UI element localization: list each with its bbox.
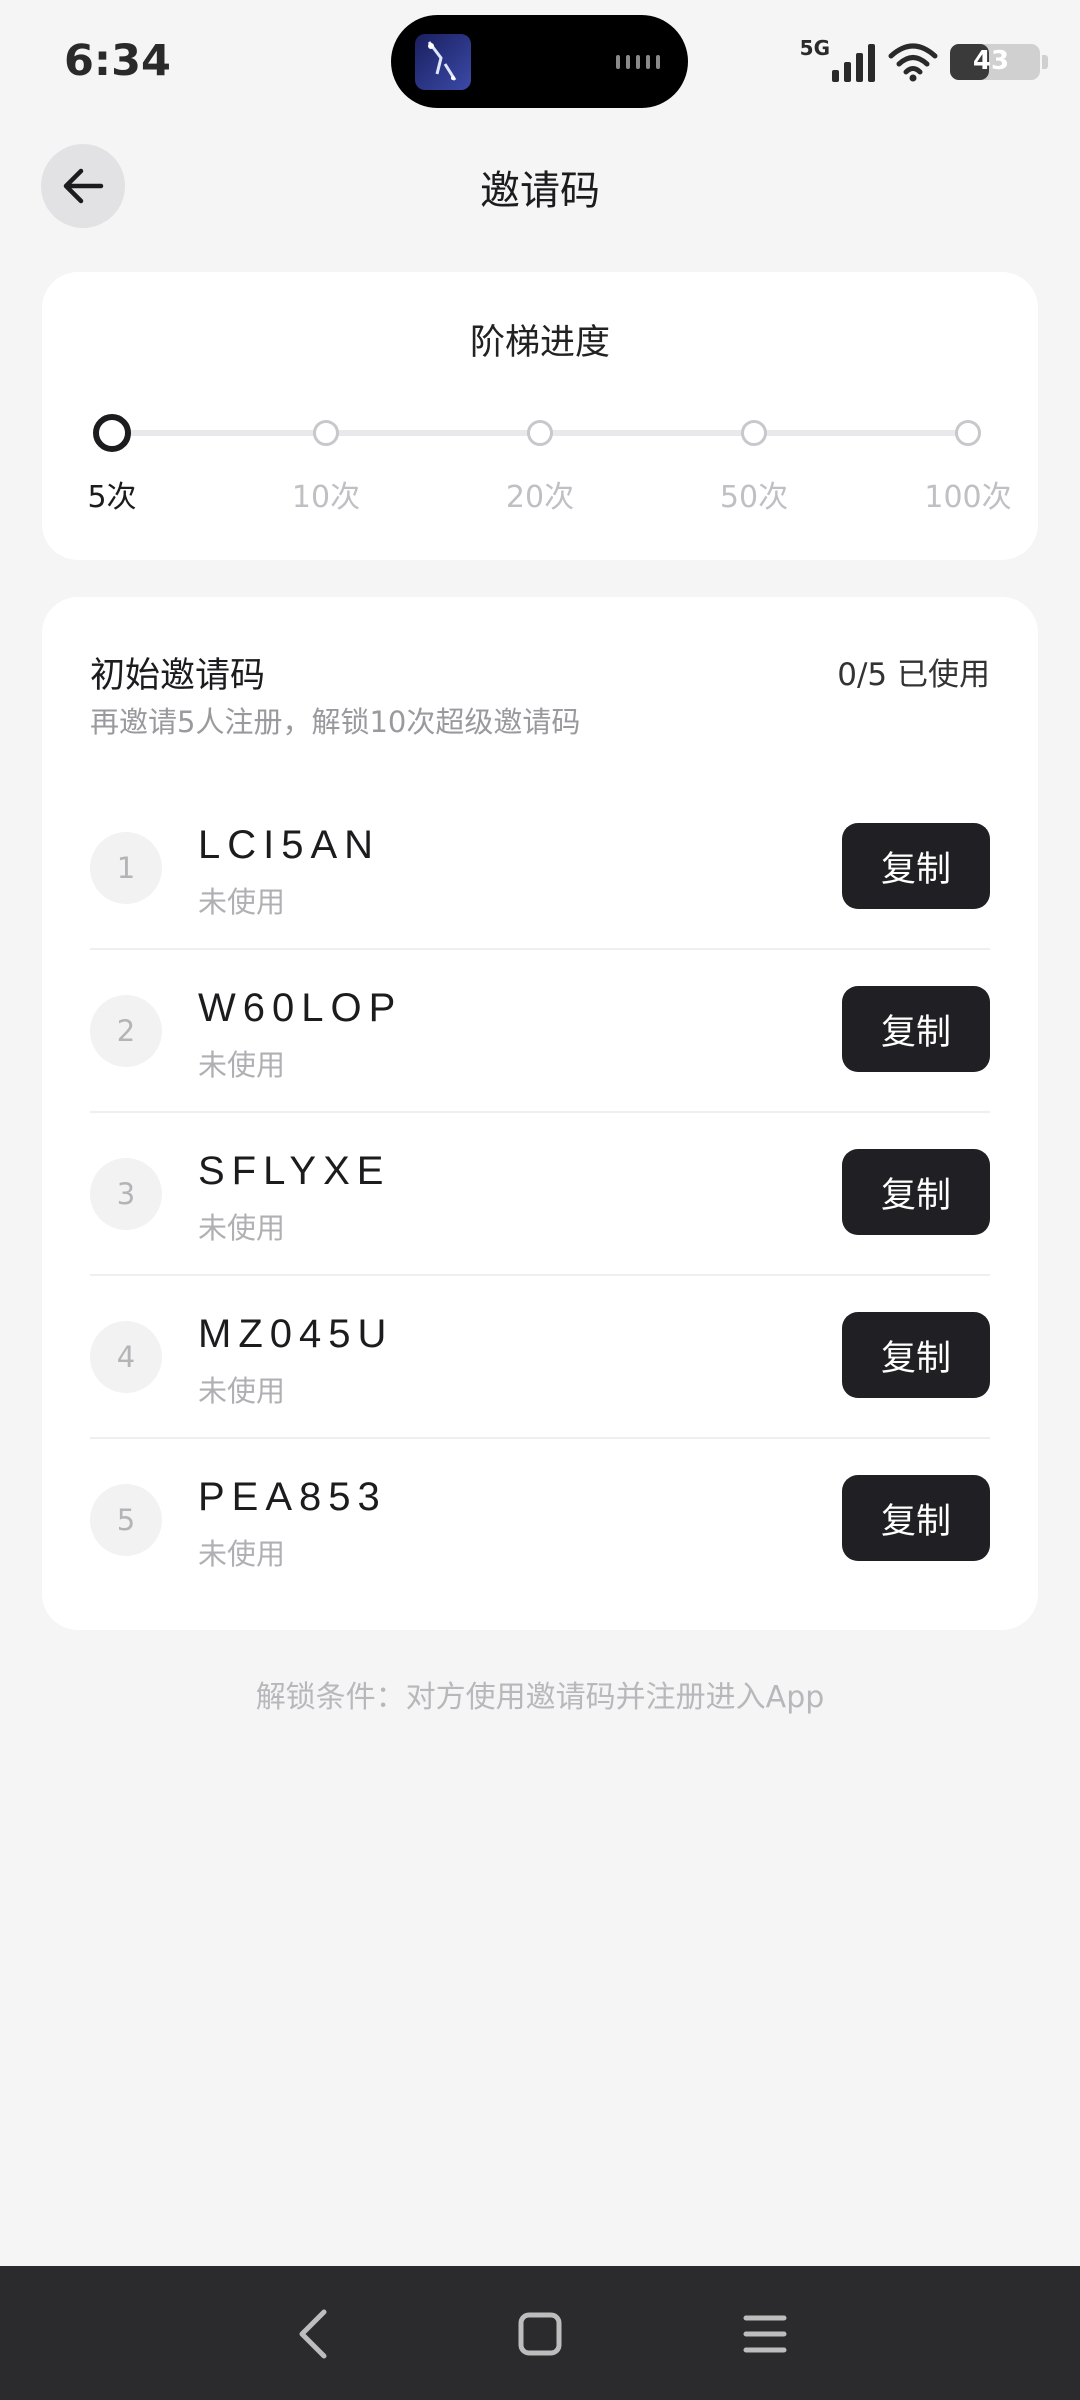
invite-code: SFLYXE bbox=[198, 1149, 391, 1193]
code-status: 未使用 bbox=[198, 1048, 286, 1082]
invite-code: W60LOP bbox=[198, 986, 403, 1030]
code-row: 5 PEA853 未使用 复制 bbox=[90, 1439, 990, 1600]
status-bar: 6:34 5G 43 bbox=[0, 0, 1080, 125]
nav-menu-button[interactable] bbox=[733, 2302, 797, 2366]
ladder-step-label: 100次 bbox=[924, 480, 1012, 515]
ladder-step-dot bbox=[93, 414, 131, 452]
ladder-progress-card: 阶梯进度 5次 10次 20次 50次 100次 bbox=[42, 272, 1038, 560]
network-type: 5G bbox=[799, 36, 830, 60]
copy-button[interactable]: 复制 bbox=[842, 1475, 990, 1561]
ladder-step-dot bbox=[955, 420, 981, 446]
code-index: 2 bbox=[90, 995, 162, 1067]
code-status: 未使用 bbox=[198, 885, 286, 919]
wifi-icon bbox=[888, 43, 938, 82]
invite-codes-card: 初始邀请码 0/5 已使用 再邀请5人注册，解锁10次超级邀请码 1 LCI5A… bbox=[42, 597, 1038, 1630]
nav-home-button[interactable] bbox=[508, 2302, 572, 2366]
system-nav-bar bbox=[0, 2266, 1080, 2400]
ladder-step-label: 50次 bbox=[719, 480, 789, 515]
home-icon bbox=[518, 2312, 562, 2356]
invite-code: LCI5AN bbox=[198, 823, 381, 867]
code-row: 4 MZ045U 未使用 复制 bbox=[90, 1276, 990, 1439]
battery-percent: 43 bbox=[972, 46, 1010, 76]
audio-wave-icon bbox=[616, 55, 660, 69]
codes-usage-count: 0/5 已使用 bbox=[837, 657, 990, 693]
media-thumbnail bbox=[415, 34, 471, 90]
ladder-progress-title: 阶梯进度 bbox=[469, 323, 610, 363]
nav-back-button[interactable] bbox=[282, 2302, 346, 2366]
codes-heading: 初始邀请码 bbox=[90, 656, 266, 696]
code-status: 未使用 bbox=[198, 1211, 286, 1245]
unlock-condition-note: 解锁条件：对方使用邀请码并注册进入App bbox=[255, 1680, 825, 1715]
ladder-step-label: 20次 bbox=[505, 480, 575, 515]
ladder-step-dot bbox=[741, 420, 767, 446]
page-title: 邀请码 bbox=[480, 168, 600, 214]
battery-icon: 43 bbox=[950, 44, 1048, 80]
menu-icon bbox=[743, 2315, 787, 2353]
signal-icon bbox=[832, 44, 875, 82]
code-index: 3 bbox=[90, 1158, 162, 1230]
copy-button[interactable]: 复制 bbox=[842, 823, 990, 909]
invite-code: MZ045U bbox=[198, 1312, 394, 1356]
codes-subtitle: 再邀请5人注册，解锁10次超级邀请码 bbox=[90, 705, 581, 739]
copy-button[interactable]: 复制 bbox=[842, 1312, 990, 1398]
invite-code: PEA853 bbox=[198, 1475, 387, 1519]
code-row: 1 LCI5AN 未使用 复制 bbox=[90, 787, 990, 950]
code-status: 未使用 bbox=[198, 1537, 286, 1571]
code-index: 4 bbox=[90, 1321, 162, 1393]
ladder-step-dot bbox=[313, 420, 339, 446]
code-row: 2 W60LOP 未使用 复制 bbox=[90, 950, 990, 1113]
dynamic-island[interactable] bbox=[391, 15, 688, 108]
ladder-step-dot bbox=[527, 420, 553, 446]
code-index: 5 bbox=[90, 1484, 162, 1556]
ladder-step-label: 5次 bbox=[87, 480, 137, 515]
code-status: 未使用 bbox=[198, 1374, 286, 1408]
copy-button[interactable]: 复制 bbox=[842, 1149, 990, 1235]
copy-button[interactable]: 复制 bbox=[842, 986, 990, 1072]
status-indicators: 5G 43 bbox=[799, 36, 1048, 88]
ladder-step-label: 10次 bbox=[291, 480, 361, 515]
status-time: 6:34 bbox=[64, 36, 171, 86]
code-index: 1 bbox=[90, 832, 162, 904]
code-row: 3 SFLYXE 未使用 复制 bbox=[90, 1113, 990, 1276]
back-icon bbox=[299, 2309, 327, 2359]
codes-list: 1 LCI5AN 未使用 复制 2 W60LOP 未使用 复制 3 SFLYXE… bbox=[90, 787, 990, 1600]
